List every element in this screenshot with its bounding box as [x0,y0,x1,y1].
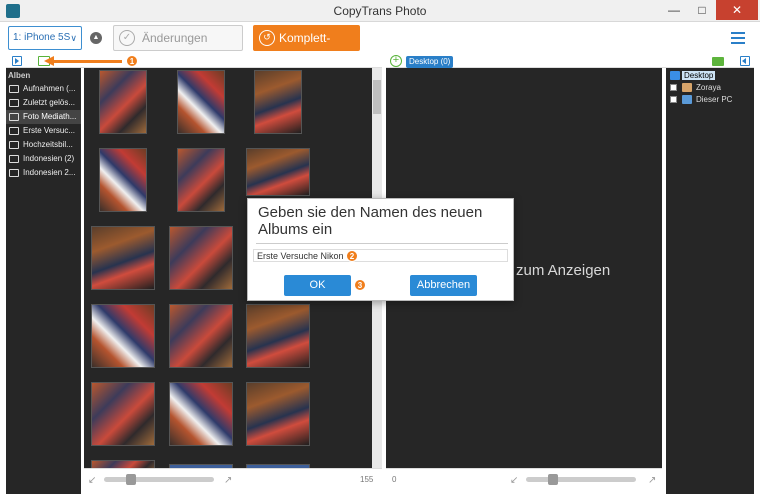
photo-thumbnail[interactable] [91,382,155,446]
zoom-slider[interactable] [526,477,636,482]
album-item[interactable]: Indonesien (2) [6,152,81,166]
zoom-slider-thumb[interactable] [126,474,136,485]
folder-icon[interactable] [712,57,724,66]
photo-thumbnail[interactable] [246,382,310,446]
zoom-slider[interactable] [104,477,214,482]
photo-count: 155 [360,475,374,484]
minimize-button[interactable]: — [660,0,688,20]
callout-arrow-head [44,56,54,66]
album-item[interactable]: Indonesien 2... [6,166,81,180]
close-button[interactable]: ✕ [716,0,758,20]
photo-thumbnail[interactable] [169,304,233,368]
tree-item-this-pc[interactable]: Dieser PC [670,94,732,106]
album-icon [9,85,19,93]
album-label: Hochzeitsbil... [23,140,73,149]
album-icon [9,169,19,177]
backup-clock-icon: ↺ [259,30,275,46]
album-item-selected[interactable]: Foto Mediath... [6,110,81,124]
right-status-bar: 0 ↙ ↗ [386,468,662,494]
photo-thumbnail[interactable] [91,226,155,290]
step-badge-2: 2 [346,250,358,262]
device-select-label: 1: iPhone 5S [13,32,71,43]
album-item[interactable]: Zuletzt gelös... [6,96,81,110]
ok-button[interactable]: OK [284,275,351,296]
chevron-down-icon: ∨ [70,33,77,43]
folder-tree-panel: Desktop Zoraya Dieser PC [666,68,754,494]
album-label: Aufnahmen (... [23,84,76,93]
save-changes-button[interactable]: ✓ Änderungen speichern [113,25,243,69]
album-item[interactable]: Erste Versuc... [6,124,81,138]
photo-thumbnail[interactable] [99,70,147,134]
cancel-button[interactable]: Abbrechen [410,275,477,296]
album-label: Erste Versuc... [23,126,76,135]
photo-thumbnail[interactable] [91,460,155,468]
expand-icon[interactable]: ↗ [224,475,232,486]
tree-item-label: Zoraya [696,83,721,92]
photo-thumbnail[interactable] [254,70,302,134]
dialog-divider [256,243,508,244]
photo-thumbnail[interactable] [91,304,155,368]
album-item[interactable]: Hochzeitsbil... [6,138,81,152]
photo-thumbnail[interactable] [177,70,225,134]
maximize-button[interactable]: □ [688,0,716,20]
album-icon [9,141,19,149]
photo-thumbnail[interactable] [177,148,225,212]
album-icon [9,99,19,107]
shrink-icon[interactable]: ↙ [510,475,518,486]
empty-view-text: zum Anzeigen [516,262,611,279]
albums-header: Alben [8,71,31,80]
albums-panel: Alben Aufnahmen (... Zuletzt gelös... Fo… [6,68,81,494]
desktop-icon [670,71,680,80]
eject-icon[interactable]: ▲ [90,32,102,44]
tree-checkbox[interactable] [670,84,677,91]
photo-thumbnail[interactable] [246,304,310,368]
item-count: 0 [392,475,397,484]
tree-item-desktop[interactable]: Desktop [670,70,716,82]
collapse-right-panel-icon[interactable] [740,56,750,66]
window-title: CopyTrans Photo [333,4,427,18]
expand-icon[interactable]: ↗ [648,475,656,486]
step-badge-1: 1 [126,55,138,67]
zoom-slider-thumb[interactable] [548,474,558,485]
tree-checkbox[interactable] [670,96,677,103]
photo-thumbnail[interactable] [169,382,233,446]
tree-item-label: Desktop [682,71,716,80]
album-item[interactable]: Aufnahmen (... [6,82,81,96]
title-bar: CopyTrans Photo — □ ✕ [0,0,760,22]
album-label: Zuletzt gelös... [23,98,76,107]
full-backup-button[interactable]: ↺ Komplett-Backup [253,25,360,71]
left-status-bar: ↙ ↗ 155 [84,468,382,494]
album-label: Foto Mediath... [23,112,77,121]
album-label: Indonesien (2) [23,154,75,163]
hamburger-menu-icon[interactable] [731,32,745,44]
step-badge-3: 3 [354,279,366,291]
right-panel-header: + Desktop (0) [386,54,754,68]
album-icon [9,155,19,163]
device-select[interactable]: 1: iPhone 5S ∨ [8,26,82,50]
shrink-icon[interactable]: ↙ [88,475,96,486]
callout-arrow-line [52,60,122,63]
album-name-input[interactable] [253,249,508,262]
collapse-panel-icon[interactable] [12,56,22,66]
camera-icon [9,113,19,121]
add-folder-icon[interactable]: + [390,55,402,67]
tab-desktop[interactable]: Desktop (0) [406,56,454,68]
toolbar: 1: iPhone 5S ∨ ▲ ✓ Änderungen speichern … [0,22,760,71]
album-label: Indonesien 2... [23,168,76,177]
scrollbar-thumb[interactable] [373,80,381,114]
tree-item-label: Dieser PC [696,95,733,104]
photo-thumbnail[interactable] [169,226,233,290]
photo-thumbnail[interactable] [99,148,147,212]
album-icon [9,127,19,135]
tree-item-user[interactable]: Zoraya [670,82,721,94]
photo-thumbnail[interactable] [246,148,310,196]
computer-icon [682,95,692,104]
dialog-title: Geben sie den Namen des neuen Albums ein [258,204,483,238]
check-circle-icon: ✓ [119,30,135,46]
new-album-dialog: Geben sie den Namen des neuen Albums ein… [247,198,514,301]
user-icon [682,83,692,92]
